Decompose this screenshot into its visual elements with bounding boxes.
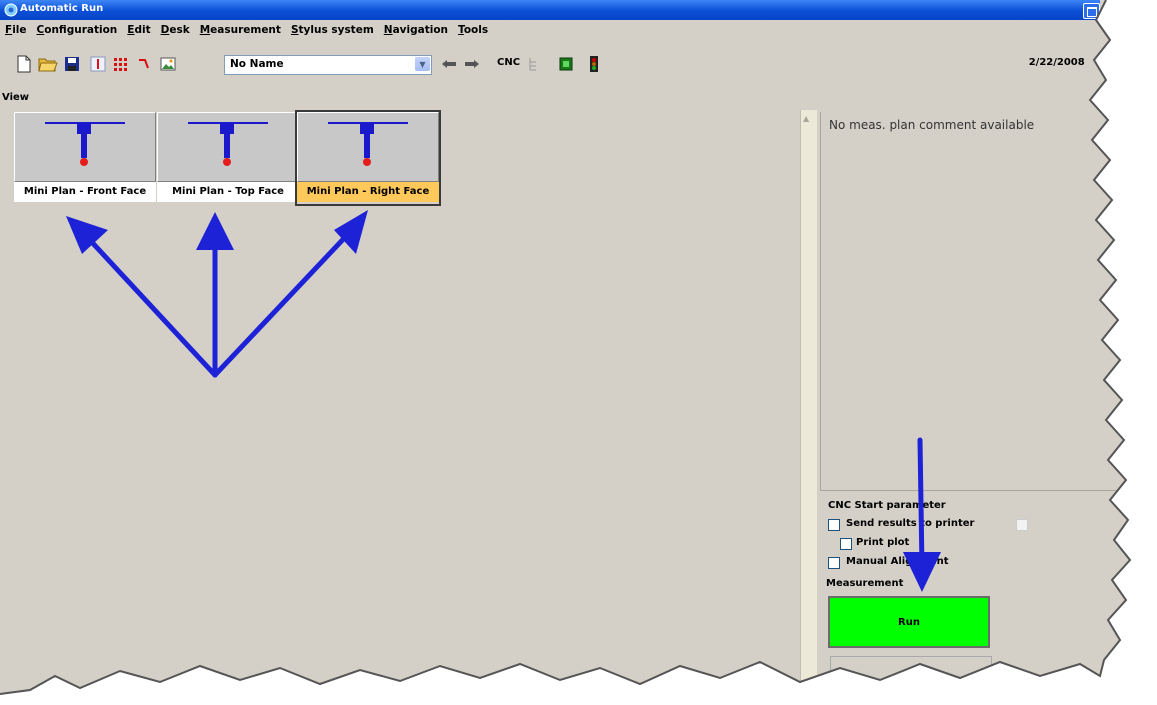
picture-icon[interactable] — [158, 54, 178, 74]
toolbar: No Name ▼ CNC 2/22/2008 2:03:08 — [0, 52, 1157, 78]
plan-caption: Mini Plan - Front Face — [14, 182, 156, 202]
plan-name-combo[interactable]: No Name ▼ — [224, 55, 432, 75]
probe-icon — [188, 122, 268, 166]
plan-caption: Mini Plan - Top Face — [157, 182, 299, 202]
automatic-run-window: Automatic Run File Configuration Edit De… — [0, 0, 1157, 705]
plan-comment-text: No meas. plan comment available — [829, 118, 1035, 132]
new-file-icon[interactable] — [14, 54, 34, 74]
arrow-right-icon[interactable] — [462, 54, 482, 74]
tree-icon[interactable] — [524, 54, 544, 74]
maximize-button[interactable] — [1083, 3, 1100, 19]
menu-navigation[interactable]: Navigation — [382, 22, 450, 44]
open-folder-icon[interactable] — [38, 54, 58, 74]
measurement-title: Measurement — [826, 578, 904, 589]
plan-thumbnail — [14, 112, 156, 182]
print-plot-label: Print plot — [856, 537, 910, 548]
title-bar: Automatic Run — [0, 0, 1100, 20]
menu-stylus-system[interactable]: Stylus system — [289, 22, 376, 44]
plan-tile-front-face[interactable]: Mini Plan - Front Face — [14, 112, 156, 204]
cnc-label[interactable]: CNC — [497, 57, 520, 68]
menu-measurement[interactable]: Measurement — [198, 22, 283, 44]
machine-status-icon[interactable] — [556, 54, 576, 74]
chevron-down-icon[interactable]: ▼ — [415, 57, 430, 71]
menu-desk[interactable]: Desk — [159, 22, 192, 44]
plan-comment-box: No meas. plan comment available — [820, 112, 1121, 491]
plan-tile-right-face[interactable]: Mini Plan - Right Face — [295, 110, 441, 206]
menu-edit[interactable]: Edit — [125, 22, 152, 44]
time-text: 2:03:08 — [1102, 57, 1145, 68]
traffic-light-icon[interactable] — [584, 54, 604, 74]
menu-bar: File Configuration Edit Desk Measurement… — [0, 22, 490, 44]
send-results-label: Send results to printer — [846, 518, 975, 529]
arrow-left-icon[interactable] — [439, 54, 459, 74]
plan-thumbnail — [297, 112, 439, 182]
date-text: 2/22/2008 — [1028, 57, 1085, 68]
plan-view-scrollbar[interactable]: ▲ — [800, 110, 817, 705]
window-title: Automatic Run — [20, 3, 104, 14]
menu-file[interactable]: File — [3, 22, 29, 44]
menu-configuration[interactable]: Configuration — [35, 22, 120, 44]
manual-alignment-checkbox[interactable] — [828, 557, 840, 569]
plan-tile-top-face[interactable]: Mini Plan - Top Face — [157, 112, 299, 204]
date-time-display: 2/22/2008 2:03:08 — [1029, 57, 1145, 68]
manual-alignment-label: Manual Alignment — [846, 556, 949, 567]
plan-caption: Mini Plan - Right Face — [297, 182, 439, 202]
cancel-button[interactable] — [830, 656, 992, 688]
plan-name-value: No Name — [230, 58, 284, 70]
cursor-marker-icon[interactable] — [88, 54, 108, 74]
plan-thumbnail — [157, 112, 299, 182]
save-icon[interactable] — [62, 54, 82, 74]
send-results-checkbox[interactable] — [828, 519, 840, 531]
run-button[interactable]: Run — [828, 596, 990, 648]
probe-icon — [328, 122, 408, 166]
view-label: View — [2, 92, 30, 103]
probe-icon — [45, 122, 125, 166]
grid-icon[interactable] — [110, 54, 130, 74]
scroll-up-icon[interactable]: ▲ — [803, 114, 809, 123]
app-icon — [4, 3, 18, 17]
disabled-option-checkbox[interactable] — [1016, 519, 1028, 531]
print-plot-checkbox[interactable] — [840, 538, 852, 550]
menu-tools[interactable]: Tools — [456, 22, 490, 44]
cnc-start-title: CNC Start parameter — [828, 500, 946, 511]
path-icon[interactable] — [134, 54, 154, 74]
